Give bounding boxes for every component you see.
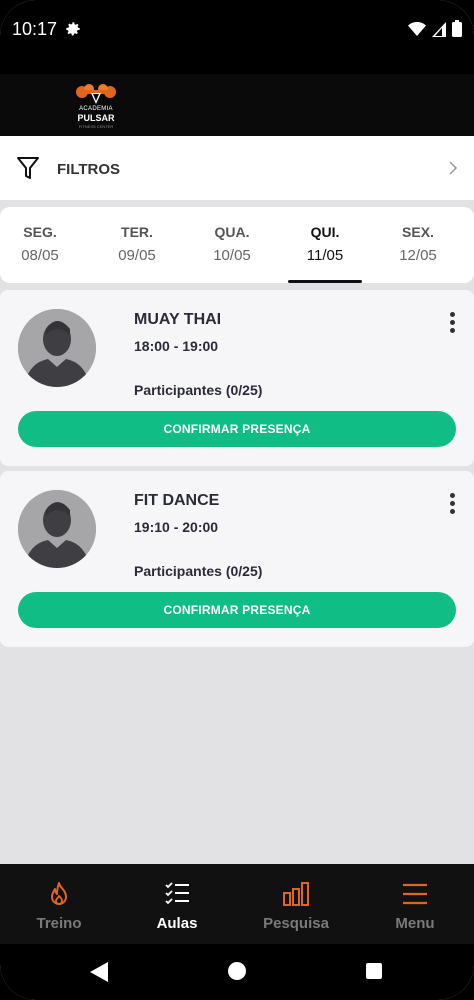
academy-logo: ACADEMIA PULSAR FITNESS CENTER [74, 80, 118, 130]
class-time: 19:10 - 20:00 [134, 519, 219, 535]
class-title: MUAY THAI [134, 311, 222, 328]
nav-label: Pesquisa [263, 915, 329, 932]
tab-day-name: SEX. [402, 224, 434, 240]
flame-icon [51, 882, 67, 905]
confirm-presence-button[interactable]: CONFIRMAR PRESENÇA [18, 411, 456, 447]
class-card: FIT DANCE 19:10 - 20:00 Participantes (0… [0, 471, 474, 647]
day-tabs: SEG. 08/05 TER. 09/05 QUA. 10/05 QUI. 11… [0, 207, 474, 283]
logo-text-pulsar: PULSAR [77, 113, 115, 123]
active-tab-underline [288, 280, 362, 283]
nav-treino[interactable]: Treino [0, 864, 118, 944]
tab-day-name: QUA. [214, 224, 250, 240]
tab-day-name: TER. [121, 224, 153, 240]
logo-text-tagline: FITNESS CENTER [78, 124, 114, 129]
wifi-icon [408, 21, 426, 36]
phone-screen: 10:17 ACADEMIA PULSAR FITNESS CENTER FIL… [0, 0, 474, 1000]
bottom-navigation: Treino Aulas Pesquisa Menu [0, 864, 474, 944]
filters-label: FILTROS [57, 161, 121, 178]
battery-icon [452, 20, 462, 37]
bar-chart-icon [283, 882, 309, 906]
chevron-right-icon [449, 161, 458, 175]
class-time: 18:00 - 19:00 [134, 338, 219, 354]
status-time: 10:17 [12, 19, 58, 39]
confirm-presence-button[interactable]: CONFIRMAR PRESENÇA [18, 592, 456, 628]
nav-aulas[interactable]: Aulas [118, 864, 236, 944]
more-options-icon[interactable] [446, 493, 458, 517]
tab-day-ter[interactable]: TER. 09/05 [90, 207, 184, 283]
logo-text-academia: ACADEMIA [79, 106, 113, 112]
nav-label: Menu [395, 915, 435, 932]
filters-row[interactable]: FILTROS [0, 136, 474, 200]
person-silhouette-icon [18, 490, 96, 568]
class-title: FIT DANCE [134, 492, 220, 509]
tab-day-name: QUI. [310, 224, 340, 240]
hamburger-icon [403, 883, 427, 905]
filter-icon [17, 157, 39, 179]
class-participants: Participantes (0/25) [134, 563, 263, 579]
tab-day-sex[interactable]: SEX. 12/05 [371, 207, 465, 283]
tab-day-date: 12/05 [399, 247, 437, 264]
instructor-avatar [18, 309, 96, 387]
nav-label: Aulas [156, 915, 198, 932]
tab-day-qui[interactable]: QUI. 11/05 [278, 207, 372, 283]
nav-menu[interactable]: Menu [356, 864, 474, 944]
instructor-avatar [18, 490, 96, 568]
status-bar: 10:17 [0, 0, 474, 74]
tab-day-date: 08/05 [21, 247, 59, 264]
tab-day-date: 09/05 [118, 247, 156, 264]
tab-day-date: 11/05 [306, 247, 344, 264]
signal-icon [432, 21, 446, 37]
gear-icon [66, 22, 80, 36]
tab-day-name: SEG. [23, 224, 57, 240]
system-navigation-bar [0, 944, 474, 1000]
tab-day-qua[interactable]: QUA. 10/05 [185, 207, 279, 283]
logo-emblem-icon [76, 84, 116, 104]
class-participants: Participantes (0/25) [134, 382, 263, 398]
tab-day-seg[interactable]: SEG. 08/05 [0, 207, 87, 283]
recent-apps-icon[interactable] [366, 963, 382, 979]
checklist-icon [165, 882, 189, 905]
app-header: ACADEMIA PULSAR FITNESS CENTER [0, 74, 474, 136]
person-silhouette-icon [18, 309, 96, 387]
home-icon[interactable] [228, 962, 246, 980]
back-icon[interactable] [90, 962, 108, 982]
more-options-icon[interactable] [446, 312, 458, 336]
class-card: MUAY THAI 18:00 - 19:00 Participantes (0… [0, 290, 474, 466]
nav-label: Treino [36, 915, 82, 932]
tab-day-date: 10/05 [213, 247, 251, 264]
nav-pesquisa[interactable]: Pesquisa [237, 864, 355, 944]
system-icons [408, 20, 462, 37]
